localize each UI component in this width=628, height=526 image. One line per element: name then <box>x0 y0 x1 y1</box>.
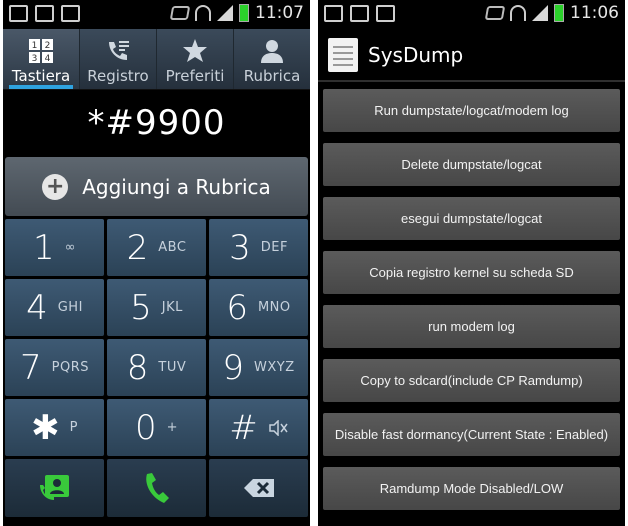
app-notification-icon <box>9 5 28 22</box>
tab-label: Preferiti <box>165 67 225 85</box>
tab-tastiera[interactable]: 1 2 3 4 Tastiera <box>3 29 79 89</box>
star-icon <box>183 39 207 62</box>
key-hash[interactable]: # <box>209 399 308 456</box>
mute-icon <box>169 6 191 20</box>
svg-text:2: 2 <box>45 41 51 51</box>
download-notification-icon <box>35 5 54 22</box>
run-dumpstate-button[interactable]: Run dumpstate/logcat/modem log <box>323 89 620 132</box>
mute-icon <box>269 419 288 436</box>
run-modem-log-button[interactable]: run modem log <box>323 305 620 348</box>
svg-text:3: 3 <box>32 54 38 64</box>
wifi-icon <box>510 5 526 21</box>
status-bar: 11:07 <box>3 0 310 29</box>
dialer-tabs: 1 2 3 4 Tastiera Registro Preferiti Rubr… <box>3 29 310 90</box>
contact-card-icon <box>39 475 69 500</box>
key-9[interactable]: 9 WXYZ <box>209 339 308 396</box>
key-4[interactable]: 4 GHI <box>5 279 104 336</box>
ramdump-mode-button[interactable]: Ramdump Mode Disabled/LOW <box>323 467 620 510</box>
tab-registro[interactable]: Registro <box>79 29 156 89</box>
signal-icon <box>217 5 233 21</box>
dialer-screen: 11:07 1 2 3 4 Tastiera Registro Preferit… <box>3 0 310 526</box>
svg-text:1: 1 <box>32 41 38 51</box>
disable-fast-dormancy-button[interactable]: Disable fast dormancy(Current State : En… <box>323 413 620 456</box>
status-time: 11:06 <box>570 3 619 23</box>
add-to-contacts-button[interactable]: + Aggiungi a Rubrica <box>5 157 308 216</box>
video-call-button[interactable] <box>5 459 104 517</box>
copy-to-sdcard-button[interactable]: Copy to sdcard(include CP Ramdump) <box>323 359 620 402</box>
keypad: 1 ∞ 2 ABC 3 DEF 4 GHI 5 JKL 6 MNO 7 PQRS 8 TUV 9… <box>3 216 310 456</box>
add-icon: + <box>42 173 69 200</box>
voicemail-icon: ∞ <box>64 240 76 255</box>
battery-icon <box>554 4 564 22</box>
app-notification-icon <box>324 5 343 22</box>
svg-text:4: 4 <box>45 54 51 64</box>
download-notification-icon <box>350 5 369 22</box>
add-to-contacts-label: Aggiungi a Rubrica <box>82 174 271 199</box>
execute-dumpstate-button[interactable]: esegui dumpstate/logcat <box>323 197 620 240</box>
call-log-icon <box>109 41 129 60</box>
wifi-icon <box>195 5 211 21</box>
tab-label: Registro <box>87 67 149 85</box>
battery-icon <box>239 4 249 22</box>
dialer-actions <box>3 456 310 517</box>
phone-icon <box>145 473 169 503</box>
backspace-button[interactable] <box>209 459 308 517</box>
key-0[interactable]: 0 + <box>107 399 206 456</box>
status-time: 11:07 <box>255 3 304 23</box>
delete-dumpstate-button[interactable]: Delete dumpstate/logcat <box>323 143 620 186</box>
sysdump-button-list: Run dumpstate/logcat/modem log Delete du… <box>318 82 625 510</box>
key-star[interactable]: ✱ P <box>5 399 104 456</box>
app-title: SysDump <box>368 42 464 67</box>
call-button[interactable] <box>107 459 206 517</box>
mute-icon <box>484 6 506 20</box>
key-8[interactable]: 8 TUV <box>107 339 206 396</box>
key-6[interactable]: 6 MNO <box>209 279 308 336</box>
copy-kernel-log-button[interactable]: Copia registro kernel su scheda SD <box>323 251 620 294</box>
tab-label: Tastiera <box>11 67 71 85</box>
image-notification-icon <box>376 5 395 22</box>
app-title-bar: SysDump <box>318 29 625 82</box>
key-2[interactable]: 2 ABC <box>107 219 206 276</box>
sysdump-screen: 11:06 SysDump Run dumpstate/logcat/modem… <box>318 0 625 526</box>
key-1[interactable]: 1 ∞ <box>5 219 104 276</box>
status-bar: 11:06 <box>318 0 625 29</box>
tab-preferiti[interactable]: Preferiti <box>156 29 233 89</box>
image-notification-icon <box>61 5 80 22</box>
key-7[interactable]: 7 PQRS <box>5 339 104 396</box>
dialed-number: *#9900 <box>3 90 310 157</box>
sysdump-app-icon <box>328 37 358 72</box>
backspace-icon <box>243 479 274 497</box>
tab-label: Rubrica <box>243 67 301 85</box>
signal-icon <box>532 5 548 21</box>
contact-icon <box>261 40 283 63</box>
tab-rubrica[interactable]: Rubrica <box>233 29 310 89</box>
key-5[interactable]: 5 JKL <box>107 279 206 336</box>
key-3[interactable]: 3 DEF <box>209 219 308 276</box>
keypad-icon: 1 2 3 4 <box>29 39 53 64</box>
